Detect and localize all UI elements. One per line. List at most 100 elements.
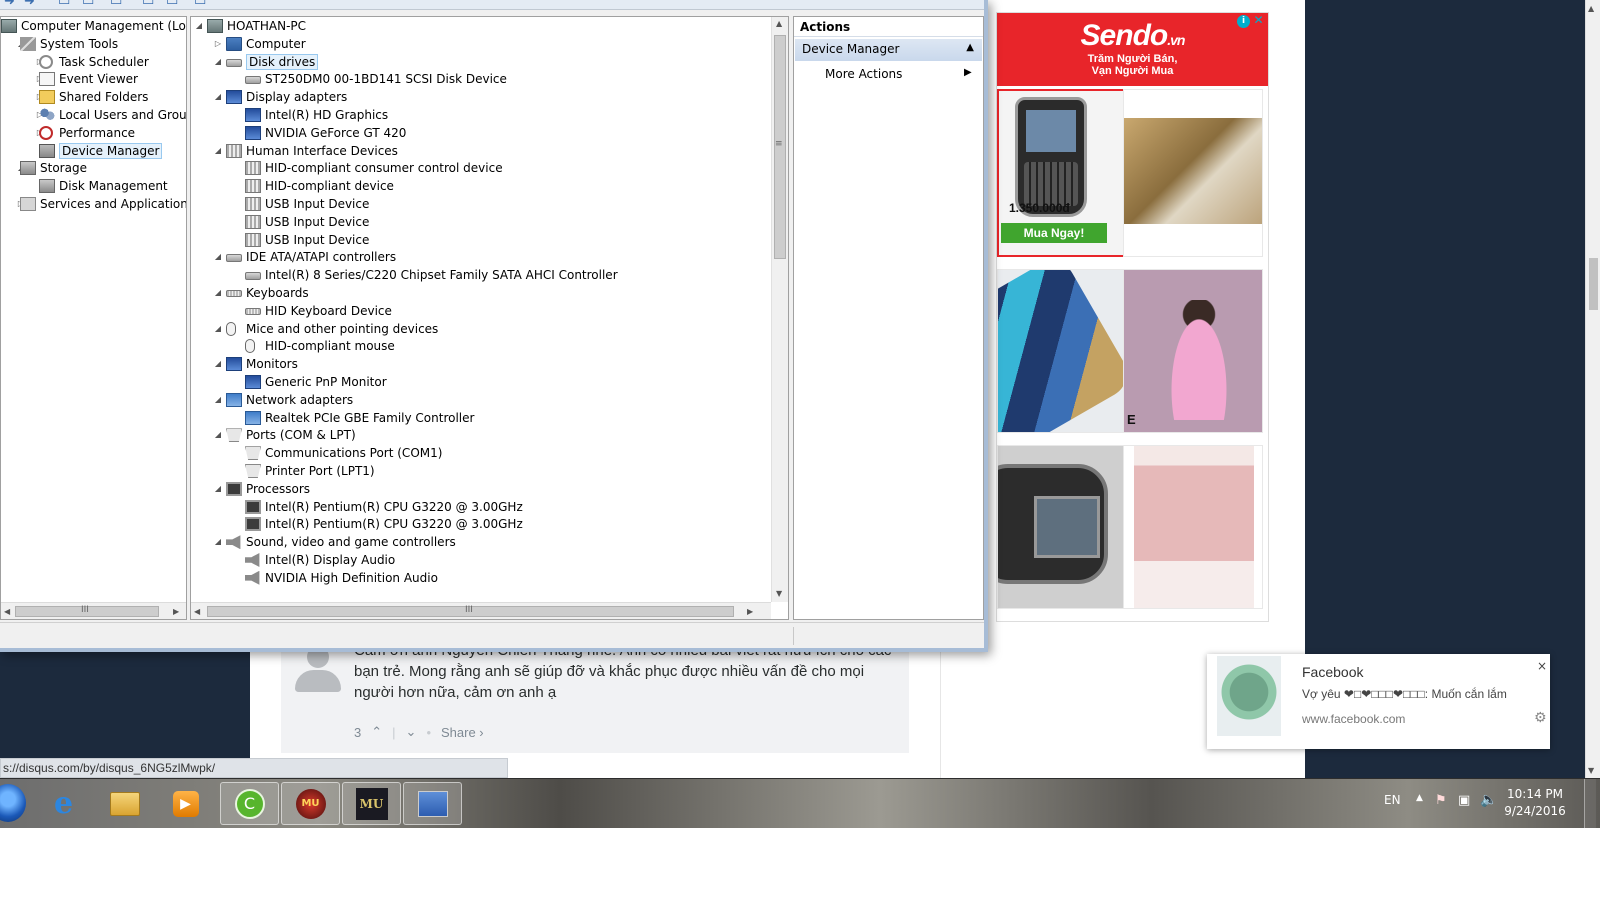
- device-tree-item-row[interactable]: HID-compliant device: [232, 177, 788, 195]
- device-tree-item-row[interactable]: Intel(R) Pentium(R) CPU G3220 @ 3.00GHz: [232, 515, 788, 533]
- page-scroll-thumb[interactable]: [1589, 258, 1598, 310]
- taskbar-coc-coc[interactable]: C: [220, 782, 279, 825]
- collapse-arrow-icon[interactable]: ◢: [213, 284, 223, 302]
- device-tree-item-row[interactable]: HID-compliant consumer control device: [232, 159, 788, 177]
- gear-icon[interactable]: ⚙: [1534, 710, 1547, 726]
- collapse-arrow-icon[interactable]: ◢: [213, 391, 223, 409]
- device-tree-item-row[interactable]: ◢ Mice and other pointing devices: [213, 320, 773, 338]
- volume-icon[interactable]: 🔈: [1480, 792, 1497, 808]
- tree-item-row[interactable]: Disk Management: [35, 177, 186, 195]
- expand-arrow-icon[interactable]: ▷: [213, 35, 223, 53]
- properties-icon[interactable]: ▭: [110, 0, 122, 9]
- device-tree-item-row[interactable]: ◢ Human Interface Devices: [213, 142, 773, 160]
- sendo-advertisement[interactable]: Sendo.vn Trăm Người Bán, Vạn Người Mua i…: [996, 12, 1269, 622]
- device-tree-item-row[interactable]: Printer Port (LPT1): [232, 462, 788, 480]
- device-vertical-scrollbar[interactable]: ▲ ≡ ▼: [771, 17, 788, 602]
- tree-item-row[interactable]: ◢System Tools: [16, 35, 186, 53]
- device-tree-item-row[interactable]: ◢ Monitors: [213, 355, 773, 373]
- collapse-arrow-icon[interactable]: ◢: [213, 53, 223, 71]
- action-center-flag-icon[interactable]: ⚑: [1435, 793, 1447, 808]
- device-tree-item-row[interactable]: HID-compliant mouse: [232, 337, 788, 355]
- collapse-arrow-icon[interactable]: ◢: [213, 320, 223, 338]
- help-icon[interactable]: ▭: [142, 0, 154, 9]
- scroll-right-arrow-icon[interactable]: ▶: [173, 603, 179, 619]
- scroll-up-arrow-icon[interactable]: ▲: [776, 19, 782, 28]
- show-tree-icon[interactable]: ▭: [82, 0, 94, 9]
- collapse-arrow-icon[interactable]: ◢: [213, 142, 223, 160]
- ad-product-ngage[interactable]: [997, 445, 1137, 609]
- language-indicator[interactable]: EN: [1384, 793, 1401, 807]
- device-tree-item-row[interactable]: ▷ Computer: [213, 35, 773, 53]
- device-tree-item-row[interactable]: ◢ Disk drives: [213, 53, 773, 71]
- device-tree-item-row[interactable]: Intel(R) HD Graphics: [232, 106, 788, 124]
- tree-item-row[interactable]: ◢Storage: [16, 159, 186, 177]
- collapse-arrow-icon[interactable]: ◢: [213, 355, 223, 373]
- collapse-arrow-icon[interactable]: ◢: [194, 17, 204, 35]
- ad-product-girl-dress[interactable]: E: [1123, 269, 1263, 433]
- device-tree-item-row[interactable]: ◢ HOATHAN-PC: [194, 17, 754, 35]
- device-tree-item-row[interactable]: Realtek PCIe GBE Family Controller: [232, 409, 788, 427]
- device-tree-item-row[interactable]: Intel(R) Pentium(R) CPU G3220 @ 3.00GHz: [232, 498, 788, 516]
- actions-section-device-manager[interactable]: Device Manager ▲: [795, 39, 982, 61]
- tree-item-row[interactable]: Device Manager: [35, 142, 186, 160]
- ad-product-phone[interactable]: 1.350.000đ Mua Ngay!: [997, 89, 1137, 257]
- more-actions-item[interactable]: More Actions: [825, 67, 902, 81]
- device-tree-item-row[interactable]: NVIDIA High Definition Audio: [232, 569, 788, 587]
- taskbar-game[interactable]: MU: [281, 782, 340, 825]
- collapse-arrow-icon[interactable]: ◢: [213, 533, 223, 551]
- collapse-arrow-icon[interactable]: ◢: [213, 426, 223, 444]
- start-button[interactable]: [0, 784, 26, 822]
- device-tree-item-row[interactable]: ST250DM0 00-1BD141 SCSI Disk Device: [232, 70, 788, 88]
- device-tree-item-row[interactable]: USB Input Device: [232, 213, 788, 231]
- back-arrow-icon[interactable]: ➜: [4, 0, 15, 9]
- tree-item-row[interactable]: ▷Local Users and Groups: [35, 106, 186, 124]
- device-tree-item-row[interactable]: ◢ Network adapters: [213, 391, 773, 409]
- device-tree-item-row[interactable]: ◢ Processors: [213, 480, 773, 498]
- tree-item-row[interactable]: ▷Services and Applications: [16, 195, 186, 213]
- scroll-right-arrow-icon[interactable]: ▶: [747, 603, 753, 619]
- network-icon[interactable]: ▣: [1458, 793, 1470, 808]
- show-desktop-button[interactable]: [1584, 779, 1596, 829]
- avatar[interactable]: [293, 646, 341, 694]
- ad-product-lighter[interactable]: [1123, 89, 1263, 257]
- buy-now-button[interactable]: Mua Ngay!: [1001, 223, 1107, 243]
- device-tree-item-row[interactable]: ◢ Keyboards: [213, 284, 773, 302]
- ad-product-dress[interactable]: [1123, 445, 1263, 609]
- scroll-left-arrow-icon[interactable]: ◀: [4, 603, 10, 619]
- taskbar-file-explorer[interactable]: [95, 782, 154, 825]
- submenu-arrow-icon[interactable]: ▶: [964, 67, 972, 78]
- device-tree-item-row[interactable]: USB Input Device: [232, 231, 788, 249]
- scroll-left-arrow-icon[interactable]: ◀: [194, 603, 200, 619]
- scan-hardware-icon[interactable]: ▭: [166, 0, 178, 9]
- collapse-arrow-icon[interactable]: ◢: [213, 248, 223, 266]
- taskbar-computer-management[interactable]: [403, 782, 462, 825]
- device-tree-item-row[interactable]: Intel(R) 8 Series/C220 Chipset Family SA…: [232, 266, 788, 284]
- tree-item-row[interactable]: ▷Performance: [35, 124, 186, 142]
- taskbar-media-player[interactable]: ▶: [156, 782, 215, 825]
- page-scrollbar[interactable]: ▲ ▼: [1585, 0, 1600, 778]
- ad-product-galaxy[interactable]: [997, 269, 1137, 433]
- upvote-icon[interactable]: ⌃: [371, 724, 382, 740]
- collapse-up-icon[interactable]: ▲: [966, 42, 974, 53]
- device-tree-item-row[interactable]: HID Keyboard Device: [232, 302, 788, 320]
- ad-info-icon[interactable]: i: [1237, 15, 1250, 28]
- ad-banner[interactable]: Sendo.vn Trăm Người Bán, Vạn Người Mua i…: [997, 13, 1268, 86]
- device-tree-item-row[interactable]: Intel(R) Display Audio: [232, 551, 788, 569]
- device-tree-item-row[interactable]: USB Input Device: [232, 195, 788, 213]
- tree-item-row[interactable]: ▷Shared Folders: [35, 88, 186, 106]
- device-tree-item-row[interactable]: ◢ IDE ATA/ATAPI controllers: [213, 248, 773, 266]
- tree-item-row[interactable]: Computer Management (Local: [1, 17, 186, 35]
- scroll-down-arrow-icon[interactable]: ▼: [1588, 766, 1594, 775]
- device-tree-item-row[interactable]: ◢ Display adapters: [213, 88, 773, 106]
- tree-item-row[interactable]: ▷Event Viewer: [35, 70, 186, 88]
- downvote-icon[interactable]: ⌄: [406, 724, 417, 740]
- collapse-arrow-icon[interactable]: ◢: [213, 480, 223, 498]
- facebook-notification[interactable]: Facebook Vợ yêu ❤□❤□□□❤□□□: Muốn cắn lắm…: [1207, 654, 1550, 749]
- clock[interactable]: 10:14 PM 9/24/2016: [1504, 786, 1566, 820]
- device-tree-item-row[interactable]: Generic PnP Monitor: [232, 373, 788, 391]
- up-folder-icon[interactable]: ▭: [58, 0, 70, 9]
- taskbar-internet-explorer[interactable]: e: [34, 782, 93, 825]
- show-hidden-icons-icon[interactable]: ▲: [1416, 793, 1423, 803]
- forward-arrow-icon[interactable]: ➜: [24, 0, 35, 9]
- ad-close-icon[interactable]: ✕: [1252, 14, 1265, 27]
